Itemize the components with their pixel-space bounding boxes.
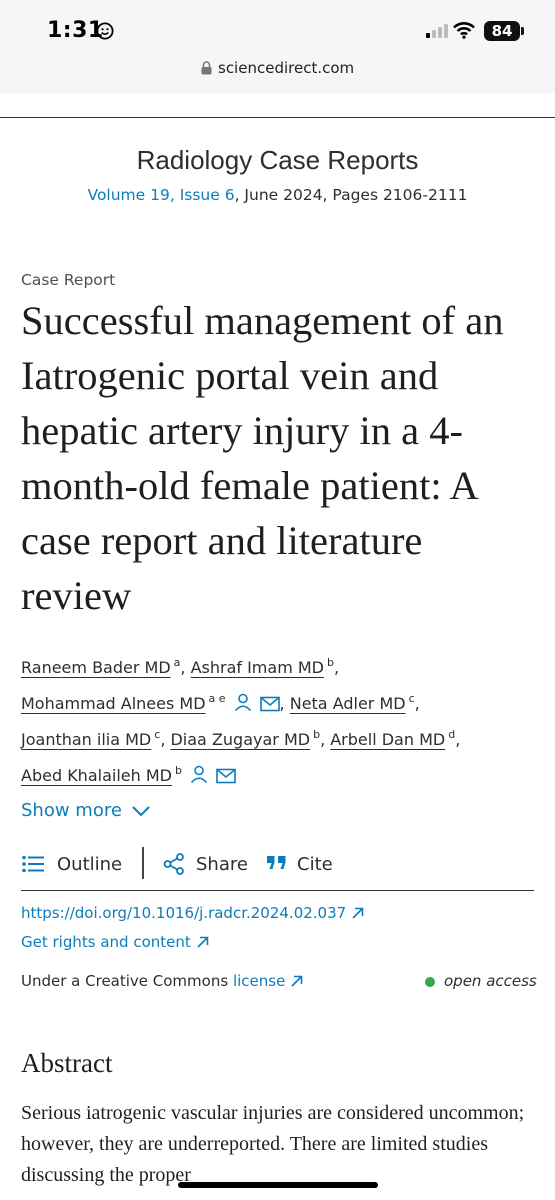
abstract-text: Serious iatrogenic vascular injuries are… [21, 1102, 525, 1186]
share-icon[interactable] [163, 853, 185, 875]
share-button[interactable]: Share [196, 854, 248, 875]
mail-icon[interactable] [259, 696, 280, 712]
issue-details: , June 2024, Pages 2106-2111 [234, 186, 468, 204]
actions-divider [21, 890, 534, 891]
article-actions: Outline Share Cite [0, 847, 555, 883]
license-prefix: Under a Creative Commons [21, 972, 233, 990]
smiley-icon [96, 22, 114, 40]
author-link[interactable]: Arbell Dan MD [330, 730, 445, 749]
chevron-down-icon[interactable] [131, 804, 151, 818]
author-affiliation[interactable]: c [409, 692, 415, 705]
action-divider [142, 847, 144, 879]
author-link[interactable]: Neta Adler MD [290, 694, 406, 713]
author-link[interactable]: Raneem Bader MD [21, 658, 171, 677]
article-type: Case Report [21, 271, 116, 289]
rights-link-text[interactable]: Get rights and content [21, 933, 191, 951]
doi-link-text[interactable]: https://doi.org/10.1016/j.radcr.2024.02.… [21, 904, 346, 922]
author-affiliation[interactable]: d [448, 728, 455, 741]
author-link[interactable]: Abed Khalaileh MD [21, 766, 172, 785]
author-affiliation[interactable]: a [174, 656, 181, 669]
signal-icon [426, 24, 448, 38]
license-line: Under a Creative Commons license [21, 972, 303, 990]
external-arrow-icon [352, 907, 364, 919]
open-access-dot [425, 977, 435, 987]
author-affiliation[interactable]: c [154, 728, 160, 741]
outline-button[interactable]: Outline [57, 854, 122, 875]
person-icon[interactable] [233, 692, 253, 712]
person-icon[interactable] [189, 764, 209, 784]
author-affiliation[interactable]: b [175, 764, 182, 777]
show-more-button[interactable]: Show more [21, 800, 122, 821]
mail-icon[interactable] [216, 768, 236, 784]
author-list: Raneem Bader MD a, Ashraf Imam MD b, Moham… [21, 656, 461, 785]
lock-icon [201, 61, 212, 75]
outline-list-icon[interactable] [22, 855, 44, 873]
author-link[interactable]: Diaa Zugayar MD [170, 730, 310, 749]
doi-link[interactable]: https://doi.org/10.1016/j.radcr.2024.02.… [21, 904, 364, 922]
battery-tip [521, 27, 524, 35]
cite-button[interactable]: Cite [297, 854, 333, 875]
article-title: Successful management of an Iatrogenic p… [21, 298, 504, 618]
rights-link[interactable]: Get rights and content [21, 933, 209, 951]
author-link[interactable]: Joanthan ilia MD [21, 730, 151, 749]
battery-indicator: 84 [484, 21, 520, 41]
author-affiliation[interactable]: a e [209, 692, 226, 705]
home-indicator[interactable] [178, 1182, 378, 1188]
open-access-label: open access [444, 972, 537, 990]
quote-icon[interactable] [267, 856, 287, 870]
license-link[interactable]: license [233, 972, 285, 990]
author-link[interactable]: Ashraf Imam MD [191, 658, 324, 677]
wifi-icon [453, 22, 475, 39]
author-affiliation[interactable]: b [327, 656, 334, 669]
author-affiliation[interactable]: b [313, 728, 320, 741]
browser-url[interactable]: sciencedirect.com [218, 59, 354, 77]
abstract-heading: Abstract [21, 1048, 113, 1078]
author-link[interactable]: Mohammad Alnees MD [21, 694, 206, 713]
issue-link[interactable]: Volume 19, Issue 6 [88, 186, 235, 204]
journal-title[interactable]: Radiology Case Reports [0, 145, 555, 176]
external-arrow-icon [291, 975, 303, 987]
header-divider [0, 117, 555, 118]
external-arrow-icon [197, 936, 209, 948]
issue-info: Volume 19, Issue 6, June 2024, Pages 210… [0, 186, 555, 204]
